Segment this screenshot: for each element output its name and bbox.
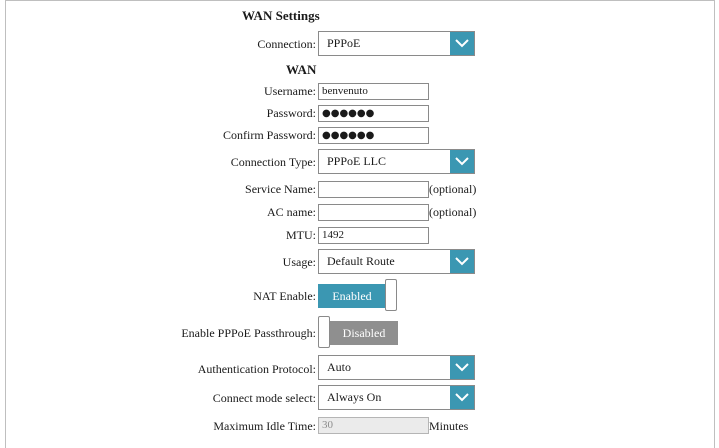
password-input[interactable]: ●●●●●●: [318, 105, 429, 122]
chevron-down-icon: [450, 150, 474, 173]
wan-settings-panel: [5, 0, 715, 448]
connection-select[interactable]: PPPoE: [318, 31, 475, 56]
chevron-down-icon: [450, 250, 474, 273]
usage-value: Default Route: [327, 254, 395, 268]
confirm-password-label: Confirm Password:: [223, 128, 316, 142]
service-name-optional-note: (optional): [429, 182, 477, 196]
section-title: WAN Settings: [242, 8, 320, 23]
wan-title: WAN: [286, 62, 317, 77]
connect-mode-value: Always On: [327, 390, 382, 404]
connection-type-value: PPPoE LLC: [327, 154, 387, 168]
max-idle-time-label: Maximum Idle Time:: [213, 419, 316, 433]
auth-protocol-value: Auto: [327, 360, 351, 374]
max-idle-time-input[interactable]: 30: [318, 417, 429, 434]
toggle-knob[interactable]: [385, 279, 397, 311]
toggle-knob[interactable]: [318, 316, 330, 348]
confirm-password-input[interactable]: ●●●●●●: [318, 127, 429, 144]
auth-protocol-select[interactable]: Auto: [318, 355, 475, 380]
nat-enable-toggle[interactable]: Enabled: [318, 279, 398, 312]
connect-mode-select[interactable]: Always On: [318, 385, 475, 410]
connect-mode-label: Connect mode select:: [212, 391, 316, 405]
connection-type-select[interactable]: PPPoE LLC: [318, 149, 475, 174]
service-name-label: Service Name:: [245, 182, 316, 196]
ac-name-label: AC name:: [267, 205, 316, 219]
service-name-input[interactable]: [318, 181, 429, 198]
connection-label: Connection:: [257, 37, 316, 51]
chevron-down-icon: [450, 386, 474, 409]
nat-enable-label: NAT Enable:: [253, 289, 316, 303]
usage-label: Usage:: [282, 255, 316, 269]
username-input[interactable]: benvenuto: [318, 83, 429, 100]
pppoe-passthrough-toggle[interactable]: Disabled: [318, 316, 398, 349]
pppoe-passthrough-state: Disabled: [330, 321, 398, 345]
username-label: Username:: [264, 84, 316, 98]
mtu-input[interactable]: 1492: [318, 227, 429, 244]
auth-protocol-label: Authentication Protocol:: [197, 362, 316, 376]
chevron-down-icon: [450, 356, 474, 379]
ac-name-optional-note: (optional): [429, 205, 477, 219]
ac-name-input[interactable]: [318, 204, 429, 221]
connection-type-label: Connection Type:: [230, 155, 316, 169]
connection-value: PPPoE: [327, 36, 361, 50]
pppoe-passthrough-label: Enable PPPoE Passthrough:: [181, 326, 316, 340]
mtu-label: MTU:: [286, 228, 316, 242]
chevron-down-icon: [450, 32, 474, 55]
nat-enable-state: Enabled: [318, 284, 386, 308]
usage-select[interactable]: Default Route: [318, 249, 475, 274]
max-idle-time-unit: Minutes: [429, 419, 469, 433]
password-label: Password:: [266, 106, 316, 120]
